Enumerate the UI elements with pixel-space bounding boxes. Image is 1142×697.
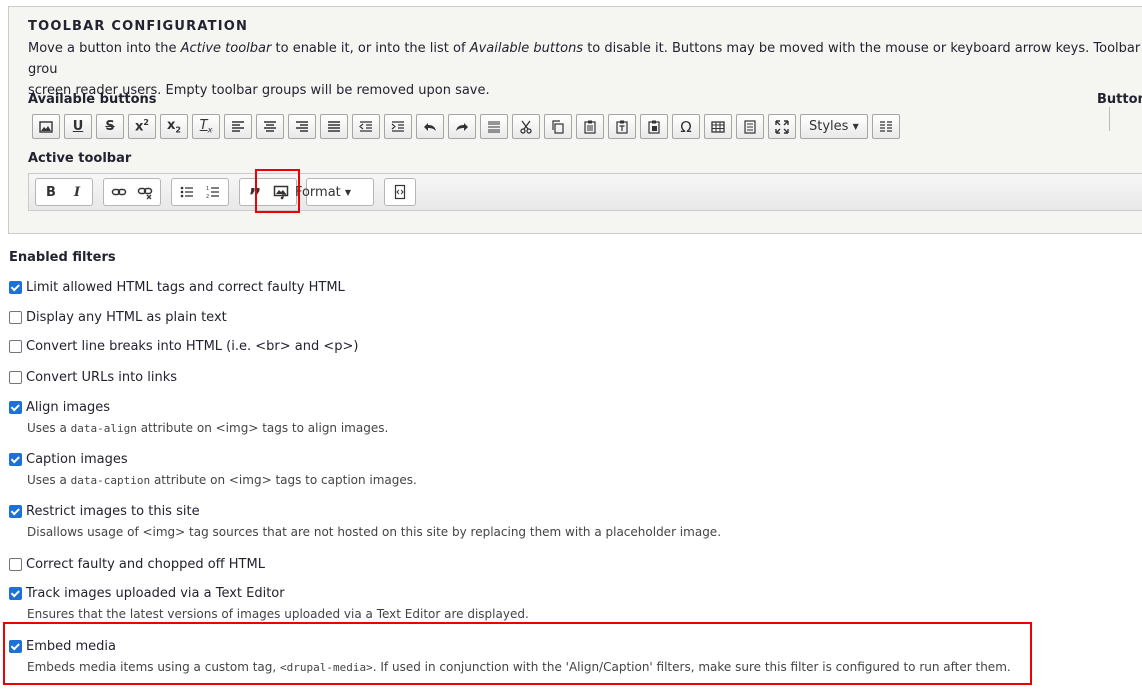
filter-description: Uses a data-caption attribute on <img> t… bbox=[27, 473, 417, 487]
superscript-icon[interactable]: x2 bbox=[128, 114, 156, 139]
paste-text-icon[interactable] bbox=[608, 114, 636, 139]
filter-item: Restrict images to this site Disallows u… bbox=[9, 504, 721, 539]
source-icon[interactable] bbox=[388, 181, 412, 203]
filter-label: Convert line breaks into HTML (i.e. <br>… bbox=[26, 339, 359, 354]
desc-text: attribute on <img> tags to caption image… bbox=[150, 473, 417, 487]
copy-icon[interactable] bbox=[544, 114, 572, 139]
active-toolbar-label: Active toolbar bbox=[28, 151, 132, 166]
filter-label: Limit allowed HTML tags and correct faul… bbox=[26, 280, 345, 295]
filter-description: Uses a data-align attribute on <img> tag… bbox=[27, 421, 388, 435]
toolbar-configuration-panel: TOOLBAR CONFIGURATION Move a button into… bbox=[8, 6, 1142, 234]
filter-item: Display any HTML as plain text bbox=[9, 310, 227, 325]
desc-code: data-caption bbox=[70, 474, 151, 487]
justify-icon[interactable] bbox=[320, 114, 348, 139]
toolbar-config-title: TOOLBAR CONFIGURATION bbox=[28, 19, 249, 34]
filter-checkbox[interactable] bbox=[9, 281, 22, 294]
link-icon[interactable] bbox=[107, 181, 131, 203]
toolbar-group-links[interactable] bbox=[103, 178, 161, 206]
filter-item: Align images Uses a data-align attribute… bbox=[9, 400, 388, 435]
filter-label: Correct faulty and chopped off HTML bbox=[26, 557, 265, 572]
filter-item: Track images uploaded via a Text Editor … bbox=[9, 586, 529, 621]
filter-checkbox[interactable] bbox=[9, 371, 22, 384]
outdent-icon[interactable] bbox=[352, 114, 380, 139]
filter-item: Correct faulty and chopped off HTML bbox=[9, 557, 265, 572]
button-group-placeholder bbox=[1109, 107, 1110, 131]
caret-down-icon: ▼ bbox=[344, 187, 352, 197]
enabled-filters-title: Enabled filters bbox=[9, 250, 116, 265]
filter-checkbox[interactable] bbox=[9, 558, 22, 571]
align-right-icon[interactable] bbox=[288, 114, 316, 139]
filter-item: Caption images Uses a data-caption attri… bbox=[9, 452, 417, 487]
desc-text: Uses a bbox=[27, 473, 71, 487]
toolbar-group-block-formatting[interactable]: Format ▼ bbox=[295, 178, 374, 206]
paste-word-icon[interactable] bbox=[640, 114, 668, 139]
image-icon[interactable] bbox=[32, 114, 60, 139]
format-dropdown[interactable]: Format ▼ bbox=[295, 181, 351, 203]
filter-label: Restrict images to this site bbox=[26, 504, 200, 519]
filter-label: Display any HTML as plain text bbox=[26, 310, 227, 325]
paste-icon[interactable] bbox=[576, 114, 604, 139]
cut-icon[interactable] bbox=[512, 114, 540, 139]
active-toolbar: B I 12 ” Format ▼ bbox=[28, 173, 1142, 211]
align-left-icon[interactable] bbox=[224, 114, 252, 139]
embed-media-highlight bbox=[3, 622, 1032, 685]
strike-label: S bbox=[105, 119, 115, 134]
redo-icon[interactable] bbox=[448, 114, 476, 139]
filter-label: Align images bbox=[26, 400, 111, 415]
bold-icon[interactable]: B bbox=[39, 181, 63, 203]
filter-label: Convert URLs into links bbox=[26, 370, 178, 385]
svg-text:2: 2 bbox=[206, 194, 209, 200]
horizontal-line-icon[interactable] bbox=[480, 114, 508, 139]
desc-code: data-align bbox=[70, 422, 137, 435]
styles-label: Styles bbox=[809, 119, 849, 134]
styles-dropdown[interactable]: Styles ▼ bbox=[800, 114, 868, 139]
bulleted-list-icon[interactable] bbox=[175, 181, 199, 203]
filter-checkbox[interactable] bbox=[9, 311, 22, 324]
subscript-icon[interactable]: x2 bbox=[160, 114, 188, 139]
filter-checkbox[interactable] bbox=[9, 587, 22, 600]
maximize-icon[interactable] bbox=[768, 114, 796, 139]
toolbar-group-lists[interactable]: 12 bbox=[171, 178, 229, 206]
underline-label: U bbox=[72, 119, 84, 134]
filter-description: Ensures that the latest versions of imag… bbox=[27, 607, 529, 621]
source-code-icon[interactable] bbox=[871, 114, 900, 139]
button-groups-label: Button bbox=[1097, 92, 1142, 107]
filter-checkbox[interactable] bbox=[9, 401, 22, 414]
unlink-icon[interactable] bbox=[133, 181, 157, 203]
special-char-icon[interactable]: Ω bbox=[672, 114, 700, 139]
filter-item: Limit allowed HTML tags and correct faul… bbox=[9, 280, 345, 295]
filter-description: Disallows usage of <img> tag sources tha… bbox=[27, 525, 722, 539]
omega-label: Ω bbox=[680, 117, 692, 136]
filter-checkbox[interactable] bbox=[9, 505, 22, 518]
table-icon[interactable] bbox=[704, 114, 732, 139]
bold-label: B bbox=[46, 184, 56, 200]
available-buttons-row: U S x2 x2 Tx Ω Styles ▼ bbox=[32, 114, 900, 139]
media-button-highlight bbox=[255, 169, 300, 213]
filter-item: Convert line breaks into HTML (i.e. <br>… bbox=[9, 339, 358, 354]
filter-checkbox[interactable] bbox=[9, 453, 22, 466]
toolbar-group-source[interactable] bbox=[384, 178, 416, 206]
filter-label: Caption images bbox=[26, 452, 128, 467]
underline-icon[interactable]: U bbox=[64, 114, 92, 139]
italic-label: I bbox=[73, 184, 81, 200]
remove-format-icon[interactable]: Tx bbox=[192, 114, 220, 139]
indent-icon[interactable] bbox=[384, 114, 412, 139]
desc-text: attribute on <img> tags to align images. bbox=[136, 421, 389, 435]
toolbar-group-formatting[interactable]: B I bbox=[35, 178, 93, 206]
filter-item: Convert URLs into links bbox=[9, 370, 177, 385]
format-label: Format bbox=[294, 184, 341, 200]
undo-icon[interactable] bbox=[416, 114, 444, 139]
svg-text:1: 1 bbox=[206, 186, 209, 192]
italic-icon[interactable]: I bbox=[65, 181, 89, 203]
show-blocks-icon[interactable] bbox=[736, 114, 764, 139]
numbered-list-icon[interactable]: 12 bbox=[201, 181, 225, 203]
strikethrough-icon[interactable]: S bbox=[96, 114, 124, 139]
caret-down-icon: ▼ bbox=[852, 122, 859, 131]
toolbar-config-description: Move a button into the Active toolbar to… bbox=[28, 41, 1141, 98]
available-buttons-label: Available buttons bbox=[28, 92, 157, 107]
align-center-icon[interactable] bbox=[256, 114, 284, 139]
desc-text: Uses a bbox=[27, 421, 71, 435]
filter-checkbox[interactable] bbox=[9, 340, 22, 353]
filter-label: Track images uploaded via a Text Editor bbox=[26, 586, 285, 601]
